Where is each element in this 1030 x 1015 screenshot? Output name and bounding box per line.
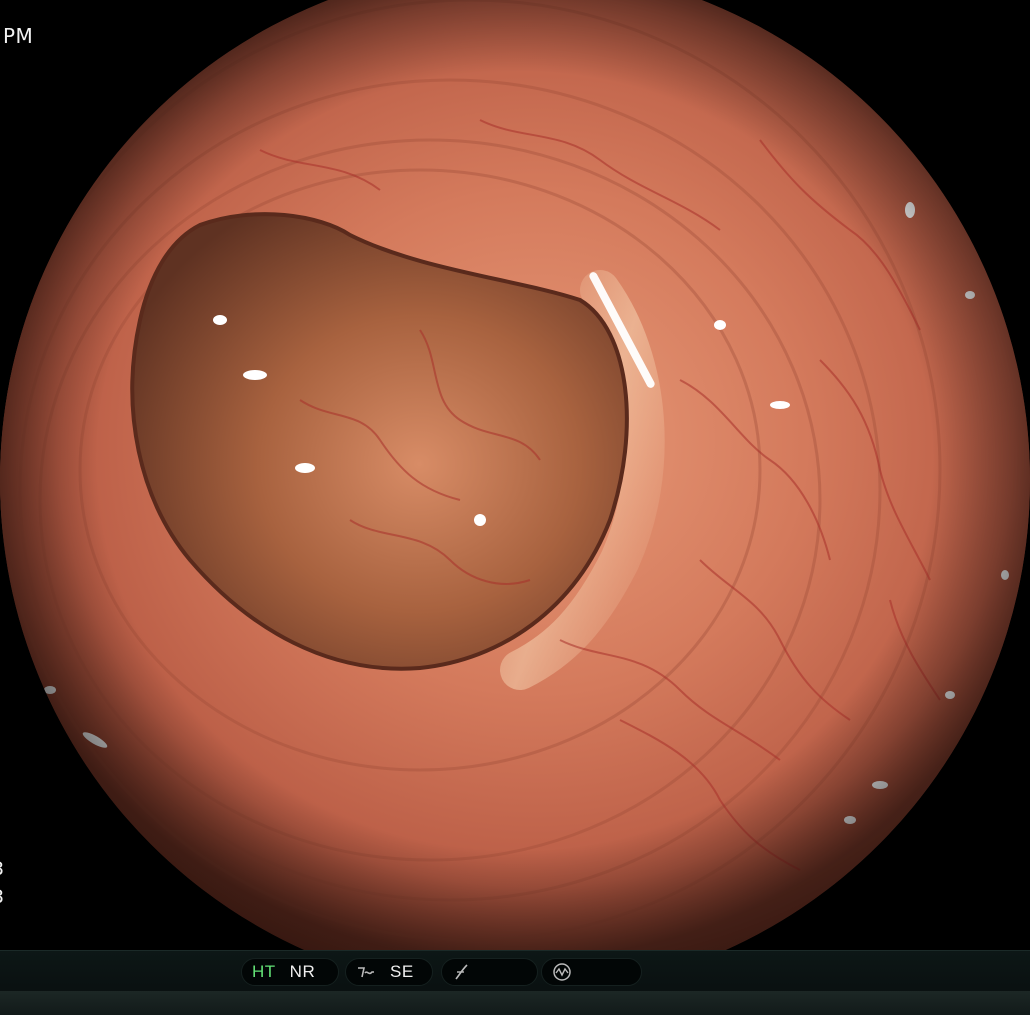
- status-strip: [0, 991, 1030, 1015]
- endoscopic-view: [0, 0, 1030, 1014]
- structure-enhance-icon: [358, 967, 374, 978]
- counter-b-label: 3: [0, 886, 5, 908]
- waveform-pill: [541, 958, 642, 986]
- status-bar: HT NR SE: [0, 950, 1030, 1015]
- mode-ht-label: HT: [252, 962, 276, 981]
- counter-a-label: 3: [0, 858, 5, 880]
- mode-se-label: SE: [390, 962, 414, 981]
- time-suffix-label: PM: [3, 24, 34, 48]
- mode-nr-label: NR: [289, 962, 316, 981]
- waveform-circle-icon: [553, 963, 571, 981]
- contrast-curve-icon: [455, 964, 468, 980]
- contrast-pill: [441, 958, 538, 986]
- mode-pill-ht-nr: HT NR: [241, 958, 339, 986]
- mode-pill-se: SE: [345, 958, 433, 986]
